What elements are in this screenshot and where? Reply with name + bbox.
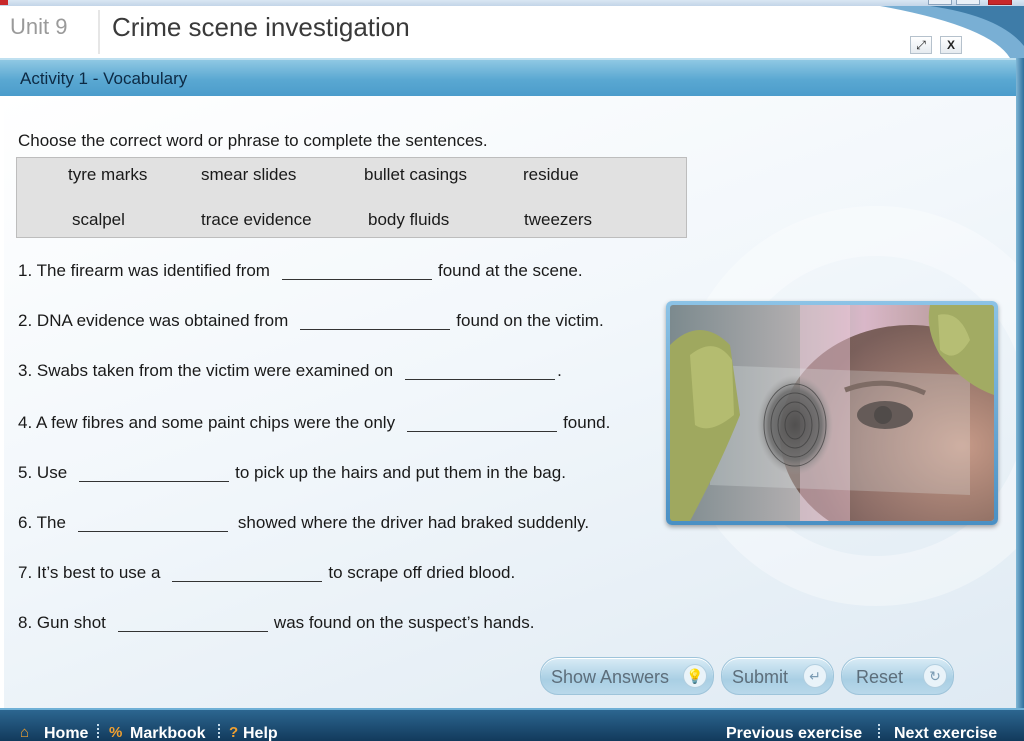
next-exercise-link[interactable]: Next exercise <box>894 725 997 741</box>
expand-icon: ⤢ <box>916 38 926 52</box>
question-number: 5. <box>18 463 33 482</box>
word-bank-item[interactable]: smear slides <box>201 165 296 185</box>
question-text-before: A few fibres and some paint chips were t… <box>35 413 396 432</box>
question-text-before: Use <box>36 463 68 482</box>
question-text-before: DNA evidence was obtained from <box>36 311 289 330</box>
question-text-before: The firearm was identified from <box>36 261 270 280</box>
word-bank-item[interactable]: tyre marks <box>68 165 147 185</box>
fullscreen-button[interactable]: ⤢ <box>910 36 932 54</box>
answer-blank-4[interactable] <box>407 415 558 432</box>
refresh-icon: ↻ <box>923 664 947 688</box>
app-icon <box>0 0 8 5</box>
show-answers-label: Show Answers <box>551 667 670 687</box>
question-text-after: found at the scene. <box>437 261 583 280</box>
question-text-before: The <box>36 513 66 532</box>
question-text-before: Swabs taken from the victim were examine… <box>36 361 394 380</box>
header-swoosh <box>880 6 1024 58</box>
word-bank-item[interactable]: residue <box>523 165 579 185</box>
activity-title: Activity 1 - Vocabulary <box>20 69 188 88</box>
photo-frame <box>666 301 998 525</box>
submit-button[interactable]: Submit ↵ <box>721 657 834 695</box>
word-bank-item[interactable]: bullet casings <box>364 165 467 185</box>
question-1: 1. The firearm was identified from found … <box>18 261 583 281</box>
question-text-before: It’s best to use a <box>36 563 161 582</box>
close-icon: X <box>946 38 955 52</box>
maximize-window-button[interactable] <box>956 0 980 5</box>
fingerprint-photo <box>670 305 994 521</box>
show-answers-button[interactable]: Show Answers 💡 <box>540 657 714 695</box>
question-text-after: found. <box>563 413 611 432</box>
footer-separator <box>218 724 220 738</box>
word-bank: tyre marks smear slides bullet casings r… <box>16 157 687 238</box>
question-number: 3. <box>18 361 33 380</box>
question-number: 7. <box>18 563 33 582</box>
question-number: 4. <box>18 413 33 432</box>
answer-blank-5[interactable] <box>79 465 230 482</box>
question-number: 1. <box>18 261 33 280</box>
question-7: 7. It’s best to use a to scrape off dried… <box>18 563 515 583</box>
reset-button[interactable]: Reset ↻ <box>841 657 954 695</box>
question-text-after: found on the victim. <box>456 311 604 330</box>
close-activity-button[interactable]: X <box>940 36 962 54</box>
question-number: 2. <box>18 311 33 330</box>
help-link[interactable]: Help <box>243 725 278 741</box>
header: Unit 9 Crime scene investigation ⤢ X <box>0 6 1024 58</box>
question-6: 6. The showed where the driver had braked… <box>18 513 589 533</box>
minimize-window-button[interactable] <box>928 0 952 5</box>
close-window-button[interactable] <box>988 0 1012 5</box>
lightbulb-icon: 💡 <box>683 664 707 688</box>
answer-blank-2[interactable] <box>300 313 451 330</box>
footer-separator <box>878 724 880 738</box>
question-text-after: showed where the driver had braked sudde… <box>237 513 590 532</box>
markbook-link[interactable]: Markbook <box>130 725 206 741</box>
question-text-after: . <box>557 361 562 380</box>
question-text-after: was found on the suspect’s hands. <box>273 613 535 632</box>
answer-blank-7[interactable] <box>172 565 323 582</box>
question-2: 2. DNA evidence was obtained from found o… <box>18 311 604 331</box>
answer-blank-3[interactable] <box>405 363 556 380</box>
question-text-before: Gun shot <box>36 613 106 632</box>
question-number: 8. <box>18 613 33 632</box>
answer-blank-6[interactable] <box>77 515 228 532</box>
exercise-panel: Choose the correct word or phrase to com… <box>4 96 1016 708</box>
activity-bar: Activity 1 - Vocabulary <box>0 58 1024 96</box>
right-edge-decoration <box>1016 58 1024 708</box>
question-text-after: to pick up the hairs and put them in the… <box>235 463 566 482</box>
home-link[interactable]: Home <box>44 725 88 741</box>
answer-blank-8[interactable] <box>117 615 268 632</box>
footer-separator <box>97 724 99 738</box>
question-text-after: to scrape off dried blood. <box>328 563 516 582</box>
question-number: 6. <box>18 513 33 532</box>
question-8: 8. Gun shot was found on the suspect’s ha… <box>18 613 534 633</box>
question-3: 3. Swabs taken from the victim were exam… <box>18 361 562 381</box>
reset-label: Reset <box>856 667 904 687</box>
enter-arrow-icon: ↵ <box>803 664 827 688</box>
instruction-text: Choose the correct word or phrase to com… <box>18 131 488 150</box>
question-5: 5. Use to pick up the hairs and put them … <box>18 463 566 483</box>
submit-label: Submit <box>732 667 789 687</box>
help-icon: ? <box>229 724 239 741</box>
word-bank-item[interactable]: scalpel <box>72 210 125 230</box>
question-4: 4. A few fibres and some paint chips wer… <box>18 413 610 433</box>
answer-blank-1[interactable] <box>281 263 432 280</box>
word-bank-item[interactable]: tweezers <box>524 210 592 230</box>
footer-nav: ⌂ Home % Markbook ? Help Previous exerci… <box>0 708 1024 741</box>
home-icon: ⌂ <box>20 724 30 741</box>
previous-exercise-link[interactable]: Previous exercise <box>726 725 862 741</box>
word-bank-item[interactable]: trace evidence <box>201 210 312 230</box>
word-bank-item[interactable]: body fluids <box>368 210 449 230</box>
percent-icon: % <box>109 724 123 741</box>
